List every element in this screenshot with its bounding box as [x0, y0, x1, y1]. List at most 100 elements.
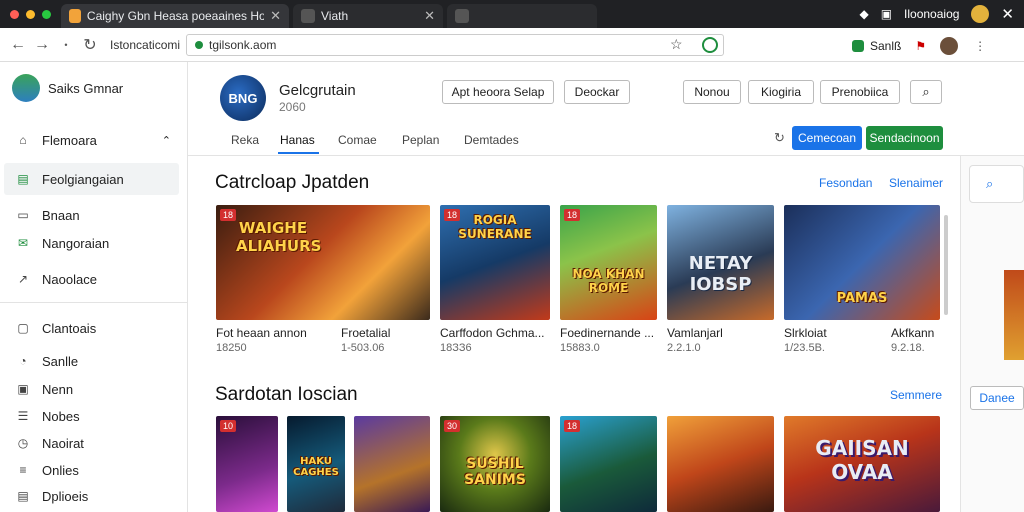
game-title[interactable]: Slrkloiat: [784, 326, 874, 340]
sidebar-item-home[interactable]: ⌂ Flemoara ⌃: [4, 124, 179, 156]
sidebar-item-mail[interactable]: ✉ Nangoraian: [4, 227, 179, 259]
sidebar-item-games[interactable]: ▤ Feolgiangaian: [4, 163, 179, 195]
refresh-icon[interactable]: ↻: [774, 130, 785, 146]
header-button-2[interactable]: Kiogiria: [748, 80, 814, 104]
sidebar-item-chat[interactable]: ▢ Clantoais: [4, 312, 179, 344]
right-panel-button[interactable]: Danee: [970, 386, 1024, 410]
game-tile[interactable]: 30 SUSHIL SANIMS: [440, 416, 550, 512]
section-title: Catrcloap Jpatden: [215, 172, 370, 193]
game-title[interactable]: Froetalial: [341, 326, 431, 340]
right-search-card[interactable]: ⌕: [969, 165, 1024, 203]
tab-title: Viath: [321, 9, 349, 23]
menu-icon[interactable]: ⋮: [974, 39, 986, 53]
header-button-3[interactable]: Prenobiica: [820, 80, 900, 104]
app-logo: BNG: [220, 75, 266, 121]
game-art-title: SUSHIL SANIMS: [464, 456, 526, 488]
search-button[interactable]: ⌕: [910, 80, 942, 104]
game-title[interactable]: Vamlanjarl: [667, 326, 767, 340]
tab-comic[interactable]: Comae: [338, 133, 377, 147]
game-tile[interactable]: 18: [560, 416, 657, 512]
pin-icon: ◔: [19, 354, 27, 368]
list-icon: ≡: [19, 463, 27, 477]
section-title: Sardotan Ioscian: [215, 384, 358, 405]
game-tile[interactable]: 10: [216, 416, 278, 512]
game-tile[interactable]: GAIISAN OVAA: [784, 416, 940, 512]
bookmark-star-icon[interactable]: ☆: [670, 36, 683, 53]
chat-icon: ▢: [17, 321, 29, 335]
more-icon[interactable]: •: [54, 40, 78, 50]
user-avatar-icon[interactable]: [940, 37, 959, 55]
profile-avatar-icon[interactable]: [971, 5, 990, 23]
game-title[interactable]: Carffodon Gchma...: [440, 326, 550, 340]
tab-bar-right: ◆ ▣ Iloonoaiog ✕: [859, 0, 1014, 28]
game-title[interactable]: Foedinernande ...: [560, 326, 660, 340]
sidebar-item-label: Bnaan: [42, 207, 80, 223]
url-text: tgilsonk.aom: [209, 38, 277, 52]
game-tile[interactable]: [354, 416, 430, 512]
avatar: [12, 74, 40, 102]
game-art-title: HAKU CAGHES: [293, 456, 339, 478]
game-tile[interactable]: 18 NOA KHAN ROME: [560, 205, 657, 320]
game-tile[interactable]: HAKU CAGHES: [287, 416, 345, 512]
profile-name[interactable]: Iloonoaiog: [904, 7, 959, 21]
rating-badge: 10: [220, 420, 237, 432]
user-name: Saiks Gmnar: [48, 80, 124, 96]
secondary-action-button[interactable]: Deockar: [564, 80, 630, 104]
tab-home[interactable]: Reka: [231, 133, 259, 147]
game-tile[interactable]: NETAY IOBSP: [667, 205, 774, 320]
browser-tab-active[interactable]: Caighy Gbn Heasa poeaaines Hoddk... ✕: [61, 4, 289, 28]
address-bar[interactable]: tgilsonk.aom: [186, 34, 724, 56]
primary-action-button[interactable]: Apt heoora Selap: [442, 80, 554, 104]
tab-games[interactable]: Hanas: [280, 133, 315, 147]
game-tile[interactable]: PAMAS: [784, 205, 940, 320]
scrollbar-thumb[interactable]: [944, 215, 948, 315]
maximize-window-icon[interactable]: [42, 9, 51, 19]
profile-chip[interactable]: Sanlß ⚑ ⋮: [852, 37, 986, 55]
header-button-1[interactable]: Nonou: [683, 80, 741, 104]
minimize-window-icon[interactable]: [26, 9, 35, 19]
search-icon: ⌕: [986, 176, 994, 191]
extension-icon[interactable]: ◆: [859, 7, 868, 21]
tab-plan[interactable]: Peplan: [402, 133, 439, 147]
rating-badge: 18: [564, 420, 581, 432]
game-title[interactable]: Fot heaan annon: [216, 326, 326, 340]
user-block[interactable]: Saiks Gmnar: [12, 74, 123, 102]
edit-icon[interactable]: ▣: [881, 7, 892, 21]
forward-icon[interactable]: →: [30, 36, 54, 54]
sidebar-item-docs[interactable]: ▤ Dplioeis: [4, 480, 179, 512]
close-icon[interactable]: ✕: [1001, 5, 1014, 23]
game-art: [354, 416, 430, 512]
game-tile[interactable]: [667, 416, 774, 512]
notification-icon[interactable]: ⚑: [915, 39, 926, 53]
chevron-up-icon[interactable]: ⌃: [162, 134, 171, 147]
tab-details[interactable]: Demtades: [464, 133, 519, 147]
game-meta: 2.2.1.0: [667, 342, 701, 354]
browser-tab[interactable]: Viath ✕: [293, 4, 443, 28]
close-window-icon[interactable]: [10, 9, 19, 19]
section-link[interactable]: Fesondan: [819, 176, 872, 190]
tab-close-icon[interactable]: ✕: [424, 8, 435, 24]
game-tile[interactable]: 18 ROGIA SUNERANE: [440, 205, 550, 320]
back-icon[interactable]: ←: [6, 36, 30, 54]
game-title[interactable]: Akfkann: [891, 326, 946, 340]
reload-icon[interactable]: ↻: [78, 35, 102, 55]
profile-label: Sanlß: [870, 39, 902, 53]
game-meta: 18ЗЗ6: [440, 342, 472, 354]
new-tab[interactable]: [447, 4, 597, 28]
section-link[interactable]: Slenaimer: [889, 176, 943, 190]
game-meta: 18250: [216, 342, 247, 354]
rating-badge: 30: [444, 420, 461, 432]
sidebar-item-label: Nangoraian: [42, 235, 110, 251]
tab-close-icon[interactable]: ✕: [270, 8, 281, 24]
section-link[interactable]: Semmere: [890, 388, 942, 402]
tab-favicon-icon: [301, 9, 315, 23]
green-action-button[interactable]: Sendacinoon: [866, 126, 943, 150]
sidebar-item-label: Nenn: [42, 381, 74, 397]
game-meta: 9.2.18.: [891, 342, 925, 354]
sidebar-item-trending[interactable]: ↗ Naoolace: [4, 263, 179, 295]
game-tile[interactable]: 18 WAIGHE ALIAHURS: [216, 205, 430, 320]
blue-action-button[interactable]: Cemecoan: [792, 126, 862, 150]
app-name: Gelcgrutain: [279, 82, 356, 99]
extension-green-icon[interactable]: [702, 37, 718, 53]
window-controls[interactable]: [0, 9, 61, 19]
